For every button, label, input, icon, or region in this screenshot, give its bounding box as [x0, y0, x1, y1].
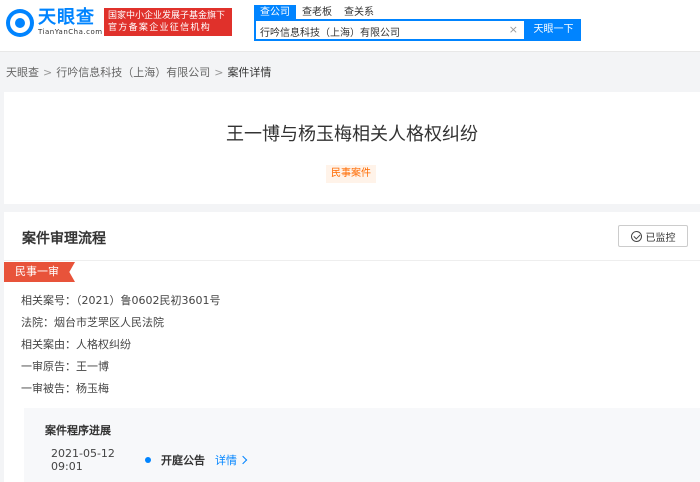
- search-tabs: 查公司 查老板 查关系: [254, 5, 380, 20]
- progress-title: 案件程序进展: [45, 424, 111, 437]
- search-input[interactable]: [256, 22, 506, 41]
- badge-line-2: 官方备案企业征信机构: [108, 23, 212, 33]
- breadcrumb-separator: >: [214, 65, 224, 79]
- top-header: 天眼查 TianYanCha.com 国家中小企业发展子基金旗下 官方备案企业征…: [0, 0, 700, 52]
- case-title: 王一博与杨玉梅相关人格权纠纷: [226, 124, 478, 145]
- plaintiff: 一审原告：王一博: [21, 360, 109, 373]
- section-divider: [4, 260, 700, 261]
- breadcrumb-current: 案件详情: [227, 66, 272, 79]
- badge-line-1: 国家中小企业发展子基金旗下: [108, 11, 226, 21]
- defendant: 一审被告：杨玉梅: [21, 382, 109, 395]
- process-section-title: 案件审理流程: [22, 231, 106, 247]
- progress-item: 2021-05-12 09:01 开庭公告 详情: [51, 447, 248, 473]
- case-title-card: 王一博与杨玉梅相关人格权纠纷 民事案件: [4, 92, 700, 204]
- tianyancha-logo[interactable]: 天眼查 TianYanCha.com: [6, 8, 103, 37]
- case-process-card: 案件审理流程 已监控 民事一审 相关案号：（2021）鲁0602民初3601号 …: [4, 212, 700, 482]
- breadcrumb: 天眼查 > 行吟信息科技（上海）有限公司 > 案件详情: [6, 64, 271, 80]
- detail-link[interactable]: 详情: [215, 452, 248, 468]
- check-circle-icon: [630, 230, 642, 242]
- breadcrumb-separator: >: [43, 65, 53, 79]
- breadcrumb-company[interactable]: 行吟信息科技（上海）有限公司: [56, 64, 210, 80]
- chevron-right-icon: [238, 455, 248, 465]
- search-box: ×: [254, 19, 526, 41]
- progress-event: 开庭公告: [161, 454, 205, 467]
- breadcrumb-home[interactable]: 天眼查: [6, 64, 39, 80]
- tab-boss[interactable]: 查老板: [296, 5, 338, 20]
- case-cause: 相关案由：人格权纠纷: [21, 338, 131, 351]
- credit-agency-badge: 国家中小企业发展子基金旗下 官方备案企业征信机构: [104, 8, 232, 36]
- clear-icon[interactable]: ×: [509, 23, 518, 36]
- detail-link-label: 详情: [215, 454, 237, 467]
- monitor-button[interactable]: 已监控: [618, 225, 688, 247]
- case-info-list: 相关案号：（2021）鲁0602民初3601号 法院：烟台市芝罘区人民法院 相关…: [21, 292, 220, 402]
- tab-relation[interactable]: 查关系: [338, 5, 380, 20]
- timeline-dot-icon: [145, 457, 151, 463]
- monitor-label: 已监控: [645, 232, 676, 244]
- progress-date: 2021-05-12 09:01: [51, 447, 115, 473]
- logo-text-cn: 天眼查: [38, 7, 95, 28]
- trial-stage-tag: 民事一审: [4, 262, 75, 282]
- case-number: 相关案号：（2021）鲁0602民初3601号: [21, 294, 221, 307]
- case-type-tag: 民事案件: [326, 165, 376, 183]
- search-button[interactable]: 天眼一下: [526, 19, 581, 41]
- logo-text-en: TianYanCha.com: [38, 28, 103, 36]
- logo-eye-icon: [6, 8, 34, 37]
- court: 法院：烟台市芝罘区人民法院: [21, 316, 164, 329]
- tab-company[interactable]: 查公司: [254, 5, 296, 20]
- case-progress-box: 案件程序进展 2021-05-12 09:01 开庭公告 详情: [24, 408, 700, 482]
